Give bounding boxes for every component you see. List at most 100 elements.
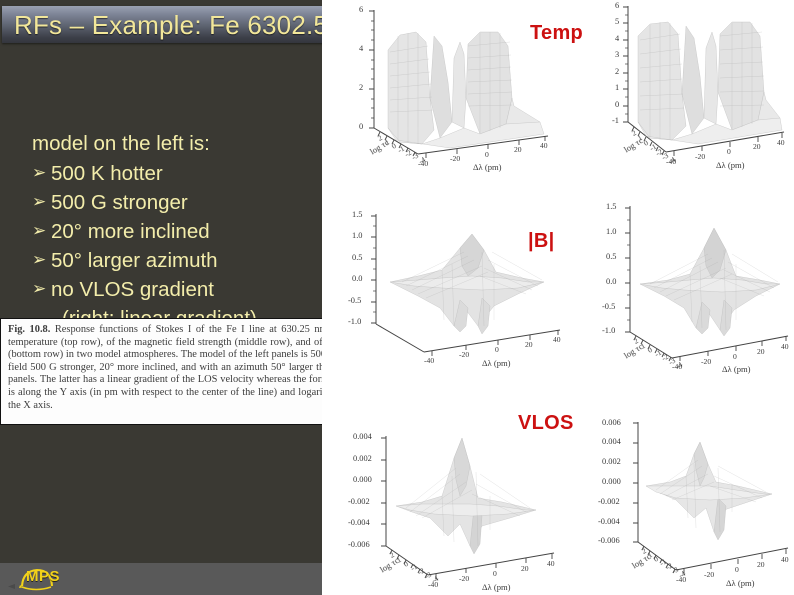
figure-caption-label: Fig. 10.8.: [8, 324, 51, 335]
list-item: ➢ no VLOS gradient: [32, 275, 314, 304]
ytick-label: -20: [695, 152, 706, 161]
ztick-label: 0.0: [606, 277, 617, 286]
ytick-label: -20: [450, 154, 461, 163]
ztick-label: -1.0: [348, 317, 362, 326]
ytick-label: -20: [459, 350, 470, 359]
ytick-label: 40: [553, 335, 561, 344]
ytick-label: 20: [525, 340, 533, 349]
arrow-bullet-icon: ➢: [32, 221, 47, 241]
ztick-label: 0.000: [602, 477, 621, 486]
list-item-label: 500 G stronger: [51, 191, 188, 214]
ztick-label: 0.004: [602, 437, 621, 446]
ytick-label: -40: [418, 159, 429, 168]
ztick-label: 0.5: [606, 252, 617, 261]
plot-b-left: 1.5 1.0 0.5 0.0 -0.5 -1.0 -40 -20 0 20 4…: [332, 190, 566, 370]
ytick-label: -40: [676, 575, 687, 584]
ztick-label: 1.0: [352, 231, 363, 240]
ztick-label: 1.5: [352, 210, 363, 219]
plot-temp-right: 6 5 4 3 2 1 0 -1 2 1 0 -1 -2 -3 -4 -40 -…: [594, 0, 792, 176]
ytick-label: 40: [777, 138, 785, 147]
arrow-bullet-icon: ➢: [32, 192, 47, 212]
page-title: RFs – Example: Fe 6302.5: [14, 10, 329, 40]
ytick-label: 20: [521, 564, 529, 573]
list-item: ➢ 500 G stronger: [32, 188, 314, 217]
ztick-label: 0.002: [353, 454, 372, 463]
ztick-label: 0.000: [353, 475, 372, 484]
ztick-label: -1.0: [602, 326, 616, 335]
ytick-label: 0: [733, 352, 737, 361]
ytick-label: 40: [540, 141, 548, 150]
ztick-label: -0.004: [348, 518, 370, 527]
ztick-label: -0.006: [598, 536, 620, 545]
yaxis-label: Δλ (pm): [482, 358, 511, 368]
ytick-label: -20: [459, 574, 470, 583]
ytick-label: -20: [704, 570, 715, 579]
bullet-list: model on the left is: ➢ 500 K hotter ➢ 5…: [32, 129, 314, 333]
ztick-label: 6: [615, 1, 620, 10]
list-item: ➢ 20° more inclined: [32, 217, 314, 246]
plot-vlos-right: 0.006 0.004 0.002 0.000 -0.002 -0.004 -0…: [580, 412, 794, 595]
ytick-label: -40: [424, 356, 435, 365]
yaxis-label: Δλ (pm): [482, 582, 511, 592]
ytick-label: 20: [514, 145, 522, 154]
bullet-lead: model on the left is:: [32, 132, 210, 155]
list-item-label: 20° more inclined: [51, 220, 210, 243]
slide-canvas: RFs – Example: Fe 6302.5 model on the le…: [0, 0, 794, 595]
surface-mesh: [637, 21, 783, 145]
ztick-label: -0.5: [602, 302, 616, 311]
list-item-label: 50° larger azimuth: [51, 249, 218, 272]
ytick-label: 20: [753, 142, 761, 151]
plot-vlos-left: 0.004 0.002 0.000 -0.002 -0.004 -0.006 2…: [330, 418, 564, 595]
figure-plot-area: Temp |B| VLOS 0 2 4 6 2 1 0 -1 -2 -3 -4 …: [322, 0, 794, 595]
yaxis-label: Δλ (pm): [726, 578, 755, 588]
mps-logo-label: MPS: [26, 568, 61, 585]
surface-mesh: [387, 31, 545, 149]
ytick-label: 0: [735, 565, 739, 574]
ytick-label: 20: [757, 347, 765, 356]
ytick-label: 40: [547, 559, 555, 568]
ytick-label: -40: [428, 580, 439, 589]
ytick-label: 40: [781, 555, 789, 564]
ztick-label: -0.004: [598, 517, 620, 526]
yaxis-label: Δλ (pm): [716, 160, 745, 170]
mps-logo: MPS: [6, 566, 84, 592]
title-banner: RFs – Example: Fe 6302.5: [2, 6, 346, 43]
surface-mesh: [639, 227, 781, 337]
plot-temp-left: 0 2 4 6 2 1 0 -1 -2 -3 -4 -40 -20 0 20 4…: [330, 2, 554, 174]
ztick-label: 1.5: [606, 202, 617, 211]
ytick-label: 20: [757, 560, 765, 569]
ytick-label: -40: [666, 157, 677, 166]
ztick-label: -0.002: [598, 497, 620, 506]
ztick-label: 0.0: [352, 274, 363, 283]
ztick-label: 4: [615, 34, 620, 43]
list-item: ➢ 50° larger azimuth: [32, 246, 314, 275]
ztick-label: 0.002: [602, 457, 621, 466]
arrow-bullet-icon: ➢: [32, 279, 47, 299]
ztick-label: 3: [615, 50, 620, 59]
ztick-label: 6: [359, 5, 364, 14]
ytick-label: 0: [485, 150, 489, 159]
list-item-label: no VLOS gradient: [51, 278, 214, 301]
ztick-label: 0.004: [353, 432, 372, 441]
ytick-label: 0: [493, 569, 497, 578]
ytick-label: 40: [781, 342, 789, 351]
list-item-label: 500 K hotter: [51, 162, 163, 185]
arrow-bullet-icon: ➢: [32, 250, 47, 270]
ztick-label: -0.002: [348, 497, 370, 506]
ztick-label: -0.5: [348, 296, 362, 305]
ytick-label: -20: [701, 357, 712, 366]
ytick-label: -40: [672, 362, 683, 371]
ztick-label: 0: [359, 122, 364, 131]
yaxis-label: Δλ (pm): [722, 364, 751, 374]
ztick-label: 5: [615, 17, 620, 26]
ytick-label: 0: [495, 345, 499, 354]
surface-mesh: [395, 437, 537, 555]
ztick-label: 0.5: [352, 253, 363, 262]
ztick-label: -0.006: [348, 540, 370, 549]
plot-b-right: 1.5 1.0 0.5 0.0 -0.5 -1.0 2 1 0 -1 -2 -3…: [584, 188, 794, 378]
ztick-label: 1: [615, 83, 620, 92]
yaxis-label: Δλ (pm): [473, 162, 502, 172]
ztick-label: 1.0: [606, 227, 617, 236]
list-item: ➢ 500 K hotter: [32, 159, 314, 188]
ztick-label: 0.006: [602, 418, 621, 427]
